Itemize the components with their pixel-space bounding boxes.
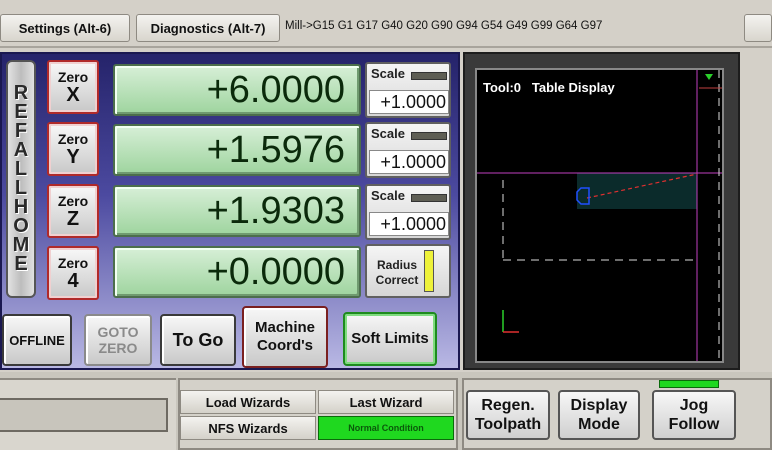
tab-overflow[interactable]	[744, 14, 772, 42]
radius-correct-label: Radius Correct	[375, 258, 419, 287]
zero-y-button[interactable]: Zero Y	[47, 122, 99, 176]
axis-letter: Y	[66, 146, 80, 168]
scale-x[interactable]: Scale +1.0000	[365, 62, 451, 118]
origin-marker-icon	[705, 74, 713, 80]
toolpath-drawing	[477, 70, 722, 361]
zero-label: Zero	[57, 69, 89, 85]
scale-z-value[interactable]: +1.0000	[369, 212, 449, 236]
scale-y[interactable]: Scale +1.0000	[365, 122, 451, 178]
zero-label: Zero	[57, 255, 89, 271]
dro-z[interactable]: +1.9303	[113, 185, 361, 237]
axis-letter: X	[66, 84, 80, 106]
radius-correct-led	[424, 250, 434, 292]
jog-follow-led	[659, 380, 719, 388]
scale-led	[411, 132, 447, 140]
radius-correct-button[interactable]: Radius Correct	[365, 244, 451, 298]
display-mode-button[interactable]: Display Mode	[558, 390, 640, 440]
scale-z[interactable]: Scale +1.0000	[365, 184, 451, 240]
tab-diagnostics[interactable]: Diagnostics (Alt-7)	[136, 14, 280, 42]
dro-x[interactable]: +6.0000	[113, 64, 361, 116]
axis-letter: Z	[66, 208, 80, 230]
last-wizard-button[interactable]: Last Wizard	[318, 390, 454, 414]
tab-settings[interactable]: Settings (Alt-6)	[0, 14, 130, 42]
scale-led	[411, 194, 447, 202]
to-go-button[interactable]: To Go	[160, 314, 236, 366]
ref-home-letter: E	[14, 253, 28, 275]
zero-x-button[interactable]: Zero X	[47, 60, 99, 114]
scale-label: Scale	[371, 188, 405, 203]
offline-button[interactable]: OFFLINE	[2, 314, 72, 366]
ref-all-home-label: REFALLHOME	[13, 83, 30, 275]
scale-led	[411, 72, 447, 80]
scale-label: Scale	[371, 126, 405, 141]
dro-4[interactable]: +0.0000	[113, 246, 361, 298]
scale-y-value[interactable]: +1.0000	[369, 150, 449, 174]
zero-z-button[interactable]: Zero Z	[47, 184, 99, 238]
zero-4-button[interactable]: Zero 4	[47, 246, 99, 300]
ref-all-home-button[interactable]: REFALLHOME	[6, 60, 36, 298]
axis-letter: 4	[67, 270, 79, 292]
right-edge-strip	[740, 52, 772, 370]
scale-label: Scale	[371, 66, 405, 81]
zero-label: Zero	[57, 193, 89, 209]
zero-label: Zero	[57, 131, 89, 147]
nfs-wizards-button[interactable]: NFS Wizards	[180, 416, 316, 440]
scale-x-value[interactable]: +1.0000	[369, 90, 449, 114]
regen-toolpath-button[interactable]: Regen. Toolpath	[466, 390, 550, 440]
jog-follow-button[interactable]: Jog Follow	[652, 390, 736, 440]
toolpath-display[interactable]: Tool:0 Table Display	[475, 68, 724, 363]
gcode-modal-status: Mill->G15 G1 G17 G40 G20 G90 G94 G54 G49…	[285, 20, 603, 32]
soft-limits-button[interactable]: Soft Limits	[343, 312, 437, 366]
mdi-input-field[interactable]	[0, 398, 168, 432]
load-wizards-button[interactable]: Load Wizards	[180, 390, 316, 414]
dro-y[interactable]: +1.5976	[113, 124, 361, 176]
goto-zero-button[interactable]: GOTO ZERO	[84, 314, 152, 366]
status-badge: Normal Condition	[318, 416, 454, 440]
machine-coords-button[interactable]: Machine Coord's	[242, 306, 328, 368]
